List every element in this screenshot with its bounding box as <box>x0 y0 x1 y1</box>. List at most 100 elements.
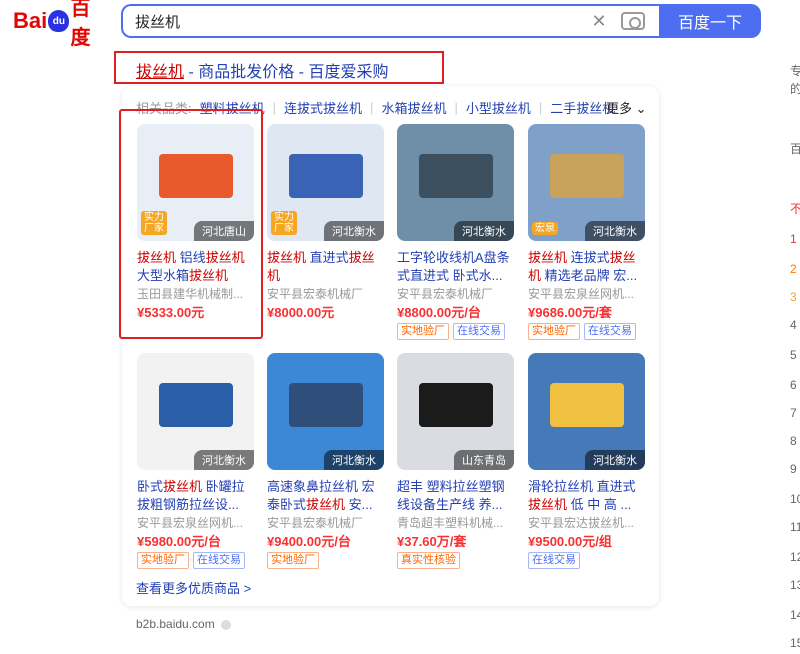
product-image[interactable]: 实力 厂家 河北衡水 <box>267 124 384 241</box>
product-image[interactable]: 河北衡水 <box>267 353 384 470</box>
right-sidebar-item[interactable]: 5 <box>790 348 797 362</box>
search-input[interactable]: 拔丝机 ✕ <box>121 4 659 38</box>
product-badge: 实地验厂 <box>528 323 580 340</box>
product-location: 河北唐山 <box>194 221 254 241</box>
product-name[interactable]: 拔丝机 直进式拔丝机 <box>267 249 384 285</box>
product-item[interactable]: 河北衡水卧式拔丝机 卧罐拉拔粗钢筋拉丝设... 安平县宏泉丝网机... ¥5980.… <box>137 353 254 569</box>
product-item[interactable]: 河北衡水工字轮收线机A盘条式直进式 卧式水... 安平县宏泰机械厂 ¥8800.00… <box>397 124 514 340</box>
right-sidebar-item[interactable]: 10 <box>790 492 800 506</box>
product-badges: 真实性核验 <box>397 552 514 569</box>
product-badge: 在线交易 <box>584 323 636 340</box>
camera-icon[interactable] <box>621 12 645 30</box>
result-title-rest[interactable]: - 商品批发价格 - 百度爱采购 <box>184 64 388 81</box>
result-title-highlight[interactable]: 拔丝机 <box>136 64 184 81</box>
product-price: ¥5980.00元/台 <box>137 534 221 549</box>
product-badges: 在线交易 <box>528 552 645 569</box>
product-tag: 实力 厂家 <box>141 211 167 235</box>
right-sidebar-item[interactable]: 3 <box>790 290 797 304</box>
product-badge: 在线交易 <box>453 323 505 340</box>
product-image[interactable]: 山东青岛 <box>397 353 514 470</box>
product-badges: 实地验厂 <box>267 552 384 569</box>
product-price: ¥9400.00元/台 <box>267 534 351 549</box>
domain-text[interactable]: b2b.baidu.com <box>136 617 215 631</box>
product-image[interactable]: 宏泉 河北衡水 <box>528 124 645 241</box>
right-sidebar-item[interactable]: 7 <box>790 406 797 420</box>
product-badge: 实地验厂 <box>267 552 319 569</box>
product-name[interactable]: 工字轮收线机A盘条式直进式 卧式水... <box>397 249 514 285</box>
related-item[interactable]: 小型拔丝机 <box>466 98 531 117</box>
product-location: 河北衡水 <box>324 221 384 241</box>
more-categories-button[interactable]: 更多 ⌄ <box>606 98 647 117</box>
product-image[interactable]: 河北衡水 <box>528 353 645 470</box>
product-seller[interactable]: 安平县宏泰机械厂 <box>267 514 384 532</box>
search-query[interactable]: 拔丝机 <box>135 11 587 32</box>
product-price: ¥8800.00元/台 <box>397 305 481 320</box>
product-badge: 在线交易 <box>528 552 580 569</box>
paw-icon: du <box>48 10 70 32</box>
logo-text-baidu: 百度 <box>70 0 91 49</box>
result-title[interactable]: 拔丝机 - 商品批发价格 - 百度爱采购 <box>136 58 388 82</box>
product-image[interactable]: 实力 厂家 河北唐山 <box>137 124 254 241</box>
product-name[interactable]: 超丰 塑料拉丝塑钢线设备生产线 养... <box>397 478 514 514</box>
baidu-logo[interactable]: Bai du 百度 <box>13 0 109 49</box>
product-tag: 宏泉 <box>532 222 558 235</box>
product-seller[interactable]: 安平县宏泉丝网机... <box>137 514 254 532</box>
right-sidebar-item[interactable]: 专 <box>790 62 800 79</box>
product-price: ¥9500.00元/组 <box>528 534 612 549</box>
product-location: 河北衡水 <box>194 450 254 470</box>
product-badges: 实地验厂 在线交易 <box>397 323 514 340</box>
right-sidebar-item[interactable]: 9 <box>790 462 797 476</box>
product-location: 河北衡水 <box>324 450 384 470</box>
right-sidebar-item[interactable]: 14 <box>790 608 800 622</box>
right-sidebar-item[interactable]: 12 <box>790 550 800 564</box>
right-sidebar-item[interactable]: 百 <box>790 140 800 157</box>
product-seller[interactable]: 玉田县建华机械制... <box>137 285 254 303</box>
product-name[interactable]: 拔丝机 连拔式拔丝机 精选老品牌 宏... <box>528 249 645 285</box>
close-icon[interactable]: ✕ <box>587 11 611 32</box>
right-sidebar-item[interactable]: 15 <box>790 636 800 650</box>
shield-icon <box>220 619 231 630</box>
product-item[interactable]: 实力 厂家 河北衡水拔丝机 直进式拔丝机 安平县宏泰机械厂 ¥8000.00元 <box>267 124 384 323</box>
right-sidebar-item[interactable]: 4 <box>790 318 797 332</box>
product-item[interactable]: 河北衡水滑轮拉丝机 直进式拔丝机 低 中 高 ... 安平县宏达拔丝机... ¥95… <box>528 353 645 569</box>
right-sidebar-item[interactable]: 13 <box>790 578 800 592</box>
right-sidebar-item[interactable]: 11 <box>790 520 800 534</box>
related-item[interactable]: 连拔式拔丝机 <box>284 98 362 117</box>
related-item[interactable]: 水箱拔丝机 <box>381 98 446 117</box>
product-seller[interactable]: 青岛超丰塑料机械... <box>397 514 514 532</box>
product-price: ¥37.60万/套 <box>397 534 467 549</box>
product-name[interactable]: 拔丝机 铝线拔丝机 大型水箱拔丝机 <box>137 249 254 285</box>
product-name[interactable]: 卧式拔丝机 卧罐拉拔粗钢筋拉丝设... <box>137 478 254 514</box>
product-price: ¥5333.00元 <box>137 305 205 320</box>
right-sidebar: 专的百不123456789101112131415 <box>788 0 800 654</box>
right-sidebar-item[interactable]: 6 <box>790 378 797 392</box>
product-seller[interactable]: 安平县宏达拔丝机... <box>528 514 645 532</box>
more-products-link[interactable]: 查看更多优质商品 > <box>136 578 251 597</box>
product-seller[interactable]: 安平县宏泰机械厂 <box>397 285 514 303</box>
product-seller[interactable]: 安平县宏泰机械厂 <box>267 285 384 303</box>
right-sidebar-item[interactable]: 1 <box>790 232 797 246</box>
right-sidebar-item[interactable]: 2 <box>790 262 797 276</box>
product-price: ¥8000.00元 <box>267 305 335 320</box>
product-item[interactable]: 河北衡水高速象鼻拉丝机 宏泰卧式拔丝机 安... 安平县宏泰机械厂 ¥9400.00… <box>267 353 384 569</box>
product-location: 山东青岛 <box>454 450 514 470</box>
more-label[interactable]: 更多 <box>606 101 632 116</box>
product-badge: 真实性核验 <box>397 552 460 569</box>
product-item[interactable]: 山东青岛超丰 塑料拉丝塑钢线设备生产线 养... 青岛超丰塑料机械... ¥37.6… <box>397 353 514 569</box>
search-button[interactable]: 百度一下 <box>659 4 761 38</box>
result-domain[interactable]: b2b.baidu.com <box>136 617 231 631</box>
product-location: 河北衡水 <box>585 450 645 470</box>
product-item[interactable]: 宏泉 河北衡水 拔丝机 连拔式拔丝机 精选老品牌 宏... 安平县宏泉丝网机... ¥9… <box>528 124 645 340</box>
right-sidebar-item[interactable]: 的 <box>790 80 800 97</box>
product-item[interactable]: 实力 厂家 河北唐山拔丝机 铝线拔丝机 大型水箱拔丝机 玉田县建华机械制... ¥533… <box>137 124 254 323</box>
product-image[interactable]: 河北衡水 <box>137 353 254 470</box>
right-sidebar-item[interactable]: 不 <box>790 200 800 217</box>
product-image[interactable]: 河北衡水 <box>397 124 514 241</box>
chevron-down-icon: ⌄ <box>635 101 647 116</box>
product-name[interactable]: 滑轮拉丝机 直进式拔丝机 低 中 高 ... <box>528 478 645 514</box>
product-location: 河北衡水 <box>585 221 645 241</box>
right-sidebar-item[interactable]: 8 <box>790 434 797 448</box>
product-seller[interactable]: 安平县宏泉丝网机... <box>528 285 645 303</box>
product-name[interactable]: 高速象鼻拉丝机 宏泰卧式拔丝机 安... <box>267 478 384 514</box>
product-badge: 实地验厂 <box>397 323 449 340</box>
